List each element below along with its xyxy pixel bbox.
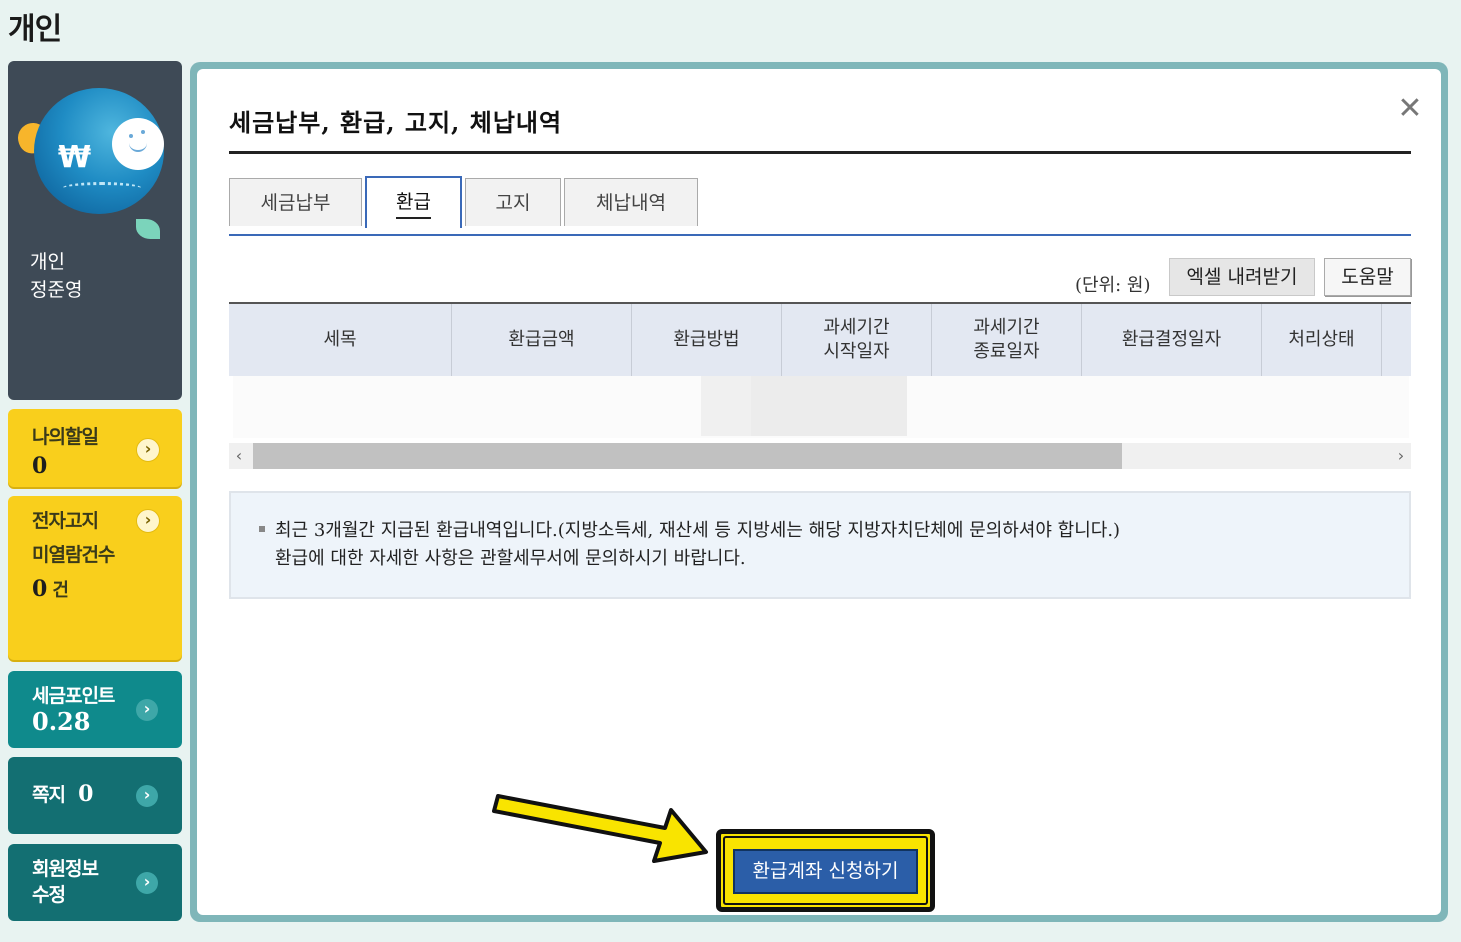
column-header-refund-amount: 환급금액	[452, 304, 632, 376]
column-header-refund-method: 환급방법	[632, 304, 782, 376]
leaf-icon	[136, 219, 160, 239]
tax-points-label: 세금포인트	[32, 685, 115, 707]
scroll-left-icon[interactable]: ‹	[229, 443, 249, 469]
chevron-right-icon[interactable]: ›	[136, 699, 158, 721]
tax-points-card[interactable]: 세금포인트 0.28 ›	[8, 671, 182, 748]
tax-points-value: 0.28	[32, 707, 91, 736]
table-header: 세목 환급금액 환급방법 과세기간 시작일자 과세기간 종료일자 환급결정일자 처리…	[229, 304, 1411, 376]
cta-highlight: 환급계좌 신청하기	[716, 829, 935, 912]
scroll-right-icon[interactable]: ›	[1391, 443, 1411, 469]
refund-account-apply-button[interactable]: 환급계좌 신청하기	[733, 849, 918, 894]
tab-refund[interactable]: 환급	[365, 176, 462, 228]
column-header-status: 처리상태	[1262, 304, 1382, 376]
scroll-thumb[interactable]	[253, 443, 1122, 469]
messages-count: 0	[78, 781, 94, 807]
column-header-period-end: 과세기간 종료일자	[932, 304, 1082, 376]
e-notice-count: 0	[32, 576, 48, 602]
notice-line-2: 환급에 대한 자세한 사항은 관할세무서에 문의하시기 바랍니다.	[275, 548, 746, 569]
messages-label: 쪽지	[32, 784, 66, 806]
chevron-right-icon[interactable]: ›	[136, 785, 158, 807]
tab-tax-payment[interactable]: 세금납부	[229, 178, 362, 226]
profile-type: 개인	[30, 251, 65, 273]
my-todo-count: 0	[32, 453, 48, 479]
help-button[interactable]: 도움말	[1324, 258, 1411, 296]
chevron-right-icon[interactable]: ›	[136, 872, 158, 894]
won-icon: ₩	[58, 140, 92, 175]
profile-name: 정준영	[30, 279, 83, 301]
chevron-right-icon[interactable]: ›	[136, 438, 160, 462]
member-info-label-1: 회원정보	[32, 858, 99, 880]
column-header-tax-item: 세목	[229, 304, 452, 376]
column-header-decision-date: 환급결정일자	[1082, 304, 1262, 376]
member-info-label-2: 수정	[32, 884, 66, 906]
notice-box: 최근 3개월간 지급된 환급내역입니다.(지방소득세, 재산세 등 지방세는 해…	[229, 491, 1411, 599]
title-divider	[229, 151, 1411, 154]
pointer-arrow-icon	[492, 794, 708, 863]
tab-bar: 세금납부 환급 고지 체납내역	[229, 176, 1411, 236]
e-notice-card[interactable]: 전자고지 미열람건수 0 건 ›	[8, 496, 182, 660]
page-title: 개인	[8, 12, 62, 47]
profile-card: ₩ 개인 정준영	[8, 61, 182, 400]
dots-decoration	[62, 182, 142, 195]
modal-title: 세금납부, 환급, 고지, 체납내역	[229, 108, 563, 137]
member-info-card[interactable]: 회원정보 수정 ›	[8, 844, 182, 921]
chevron-right-icon[interactable]: ›	[136, 509, 160, 533]
avatar: ₩	[34, 88, 164, 214]
modal: 세금납부, 환급, 고지, 체납내역 ✕ 세금납부 환급 고지 체납내역 (단위…	[197, 69, 1441, 915]
tab-arrears[interactable]: 체납내역	[564, 178, 698, 226]
unit-label: (단위: 원)	[1075, 275, 1151, 296]
notice-line-1: 최근 3개월간 지급된 환급내역입니다.(지방소득세, 재산세 등 지방세는 해…	[275, 520, 1121, 541]
table-body	[233, 376, 1409, 438]
e-notice-unit: 건	[52, 580, 69, 601]
e-notice-label-2: 미열람건수	[32, 544, 115, 566]
messages-card[interactable]: 쪽지 0 ›	[8, 757, 182, 834]
excel-download-button[interactable]: 엑셀 내려받기	[1169, 258, 1315, 296]
tab-notice[interactable]: 고지	[465, 178, 561, 226]
bullet-icon	[259, 526, 265, 532]
horizontal-scrollbar[interactable]: ‹ ›	[229, 443, 1411, 469]
modal-frame: 세금납부, 환급, 고지, 체납내역 ✕ 세금납부 환급 고지 체납내역 (단위…	[190, 62, 1448, 922]
close-icon[interactable]: ✕	[1396, 94, 1424, 124]
my-todo-card[interactable]: 나의할일 0 ›	[8, 409, 182, 487]
smiley-icon	[112, 118, 164, 170]
column-header-period-start: 과세기간 시작일자	[782, 304, 932, 376]
refund-table: 세목 환급금액 환급방법 과세기간 시작일자 과세기간 종료일자 환급결정일자 처리…	[229, 302, 1411, 469]
